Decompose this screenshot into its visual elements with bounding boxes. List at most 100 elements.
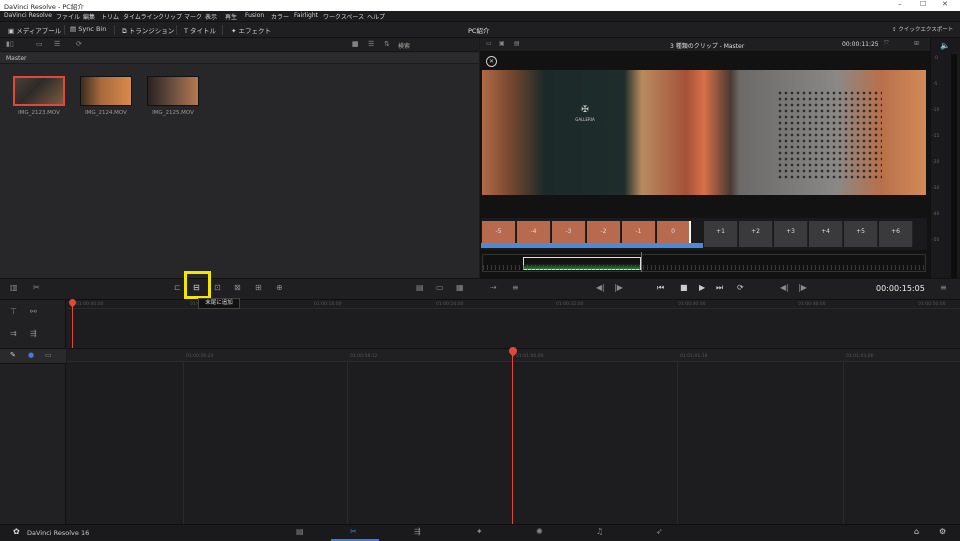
grid-line [183, 362, 184, 524]
media-pool-button[interactable]: ▣ メディアプール [8, 25, 61, 35]
media-page-icon[interactable]: ▤ [296, 528, 304, 536]
timeline-track-headers: ⊤ ⚯ ⇉ ⇶ ✎ ● ▭ [0, 300, 66, 524]
grid-line [347, 362, 348, 524]
track-view-icon[interactable]: ▤ [416, 284, 424, 292]
menu-view[interactable]: 表示 [205, 12, 217, 21]
play-icon[interactable]: ▶ [699, 284, 705, 292]
titles-button[interactable]: T タイトル [184, 25, 216, 35]
page-navigation-bar: ✿ DaVinci Resolve 16 ▤ ✂ ⇶ ✦ ✺ ♫ ➶ ⌂ ⚙ [0, 524, 960, 541]
sync-bin-button[interactable]: ▤ Sync Bin [70, 25, 106, 33]
menu-clip[interactable]: クリップ [158, 12, 182, 21]
sync-icon[interactable]: ⟳ [76, 41, 82, 48]
stop-icon[interactable]: ■ [680, 284, 688, 292]
menu-timeline[interactable]: タイムライン [123, 12, 159, 21]
snap-icon[interactable]: ⇶ [30, 330, 37, 338]
film-frame[interactable]: +6 [879, 221, 913, 247]
settings-gear-icon[interactable]: ⚙ [939, 528, 946, 536]
top-toolbar: ▣ メディアプール ▤ Sync Bin ⧉ トランジション T タイトル ✦ … [0, 22, 960, 38]
meter-bar [951, 54, 957, 310]
minimize-button[interactable]: – [898, 0, 902, 8]
menu-fairlight[interactable]: Fairlight [294, 12, 318, 19]
clip-thumbnail[interactable] [13, 76, 65, 106]
loop-icon[interactable]: ⟳ [737, 284, 744, 292]
track-destination-icon[interactable]: ⊤ [10, 308, 17, 316]
panel-toggle-icon[interactable]: ▮▯ [6, 41, 14, 48]
film-frame[interactable]: +2 [739, 221, 773, 247]
film-frame[interactable]: +1 [704, 221, 738, 247]
ruler-tick: 01:00:56:00 [918, 302, 946, 307]
toolbar-divider [114, 25, 115, 35]
mark-in-icon[interactable]: ◀| [780, 284, 789, 292]
list-icon[interactable]: ☰ [54, 41, 60, 48]
monitor-icon[interactable]: ▭ [436, 284, 444, 292]
ripple-overwrite-icon[interactable]: ⊞ [255, 284, 262, 292]
viewer-mode-icon[interactable]: ▣ [499, 41, 505, 47]
thumbnail-view-icon[interactable]: ▦ [352, 41, 359, 48]
clip-thumbnail[interactable] [147, 76, 199, 106]
flag-icon[interactable]: ⇢ [490, 284, 497, 292]
prev-frame-icon[interactable]: ◀| [596, 284, 605, 292]
audio-track-icon[interactable]: ⇉ [10, 330, 17, 338]
deliver-page-icon[interactable]: ➶ [656, 528, 663, 536]
waveform-scrubber[interactable] [482, 252, 927, 272]
clip-name: IMG_2124.MOV [85, 110, 127, 116]
fusion-page-icon[interactable]: ✦ [476, 528, 483, 536]
speaker-icon[interactable]: 🔈 [940, 42, 950, 50]
new-bin-icon[interactable]: ▭ [36, 41, 43, 48]
go-to-start-icon[interactable]: ⏮ [657, 284, 664, 292]
menu-workspace[interactable]: ワークスペース [323, 12, 364, 21]
viewer-clip-icon[interactable]: ▤ [514, 41, 520, 47]
mark-out-icon[interactable]: |▶ [798, 284, 807, 292]
search-input[interactable]: 検索 [398, 41, 410, 50]
menu-help[interactable]: ヘルプ [367, 12, 385, 21]
menu-playback[interactable]: 再生 [225, 12, 237, 21]
effects-button[interactable]: ✦ エフェクト [231, 25, 271, 35]
menu-trim[interactable]: トリム [101, 12, 119, 21]
go-to-end-icon[interactable]: ⏭ [716, 284, 723, 292]
quick-export-button[interactable]: ⇪ クイックエクスポート [892, 25, 953, 33]
overwrite-clip-icon[interactable]: ⊡ [214, 284, 221, 292]
place-on-top-icon[interactable]: ⊠ [234, 284, 241, 292]
insert-clip-icon[interactable]: ⊏ [174, 284, 181, 292]
blade-icon[interactable]: ✂ [33, 284, 40, 292]
zoom-icon[interactable]: ⤧ [884, 41, 889, 47]
menu-edit[interactable]: 編集 [83, 12, 95, 21]
clip-name: IMG_2125.MOV [152, 110, 194, 116]
cut-page-tab[interactable]: ✂ [331, 525, 379, 541]
timeline-options-icon[interactable]: ▥ [10, 284, 18, 292]
next-frame-icon[interactable]: |▶ [614, 284, 623, 292]
view-options-icon[interactable]: ▭ [45, 352, 52, 359]
transitions-button[interactable]: ⧉ トランジション [122, 25, 174, 36]
close-window-button[interactable]: ✕ [942, 0, 948, 8]
wrench-icon[interactable]: ✎ [10, 352, 16, 359]
close-clip-icon[interactable]: ✕ [486, 56, 497, 67]
menu-color[interactable]: カラー [271, 12, 289, 21]
viewer-layout-icon[interactable]: ▭ [486, 41, 492, 47]
menu-file[interactable]: ファイル [56, 12, 80, 21]
grid-icon[interactable]: ▦ [456, 284, 464, 292]
galleria-logo: ✠ GALLERIA [570, 104, 600, 126]
bin-header: Master [0, 53, 479, 64]
ruler-tick: 01:00:58:12 [350, 354, 378, 359]
edit-page-icon[interactable]: ⇶ [414, 528, 421, 536]
menu-mark[interactable]: マーク [184, 12, 202, 21]
viewer-options-icon[interactable]: ⊞ [914, 41, 919, 47]
menu-davinci[interactable]: DaVinci Resolve [4, 12, 52, 19]
marker-list-icon[interactable]: ≡ [512, 284, 519, 292]
menu-icon[interactable]: ≡ [940, 284, 947, 292]
clip-thumbnail[interactable] [80, 76, 132, 106]
sort-icon[interactable]: ⇅ [384, 41, 390, 48]
link-icon[interactable]: ⚯ [30, 308, 37, 316]
ruler-tick: 01:00:16:00 [314, 302, 342, 307]
maximize-button[interactable]: ☐ [920, 0, 926, 8]
fairlight-page-icon[interactable]: ♫ [596, 528, 603, 536]
home-icon[interactable]: ⌂ [914, 528, 919, 536]
menu-fusion[interactable]: Fusion [245, 12, 264, 19]
marker-color-icon[interactable]: ● [28, 352, 34, 359]
film-frame[interactable]: +4 [809, 221, 843, 247]
film-frame[interactable]: +3 [774, 221, 808, 247]
color-page-icon[interactable]: ✺ [536, 528, 543, 536]
list-view-icon[interactable]: ☰ [368, 41, 374, 48]
source-overwrite-icon[interactable]: ⊕ [276, 284, 283, 292]
film-frame[interactable]: +5 [844, 221, 878, 247]
